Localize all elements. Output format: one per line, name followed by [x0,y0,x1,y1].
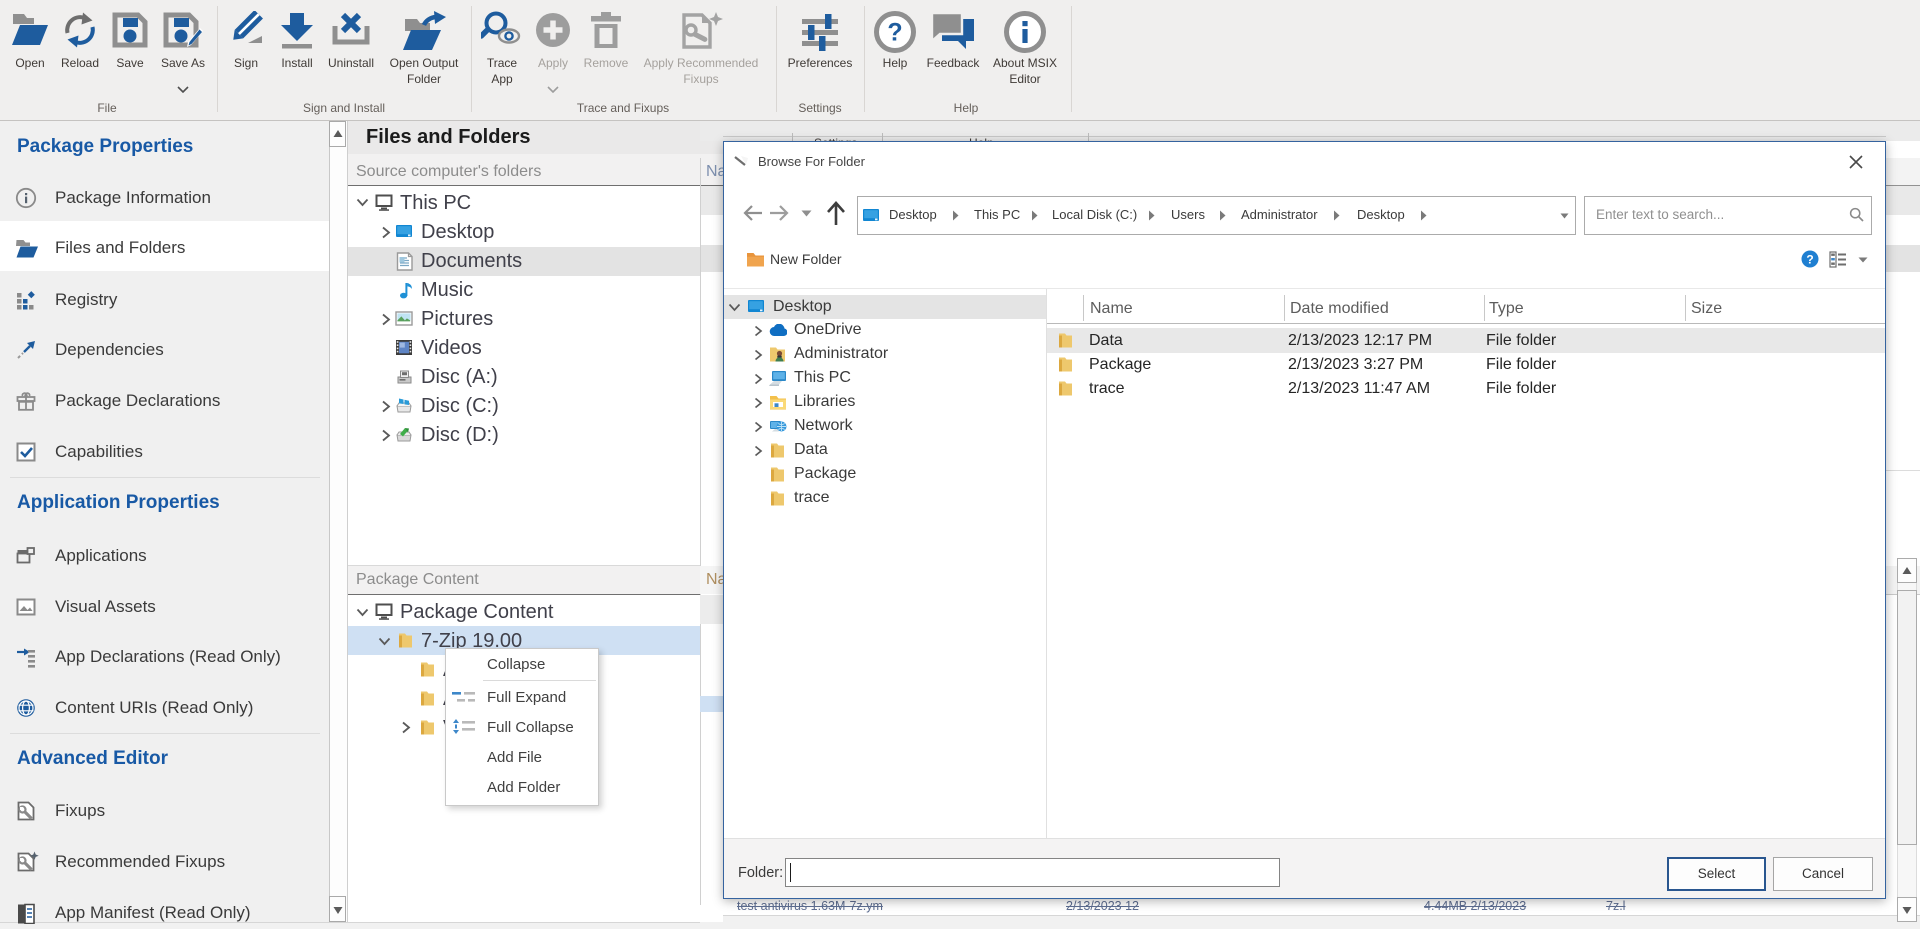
svg-text:?: ? [1806,252,1813,266]
svg-text:?: ? [887,19,902,47]
